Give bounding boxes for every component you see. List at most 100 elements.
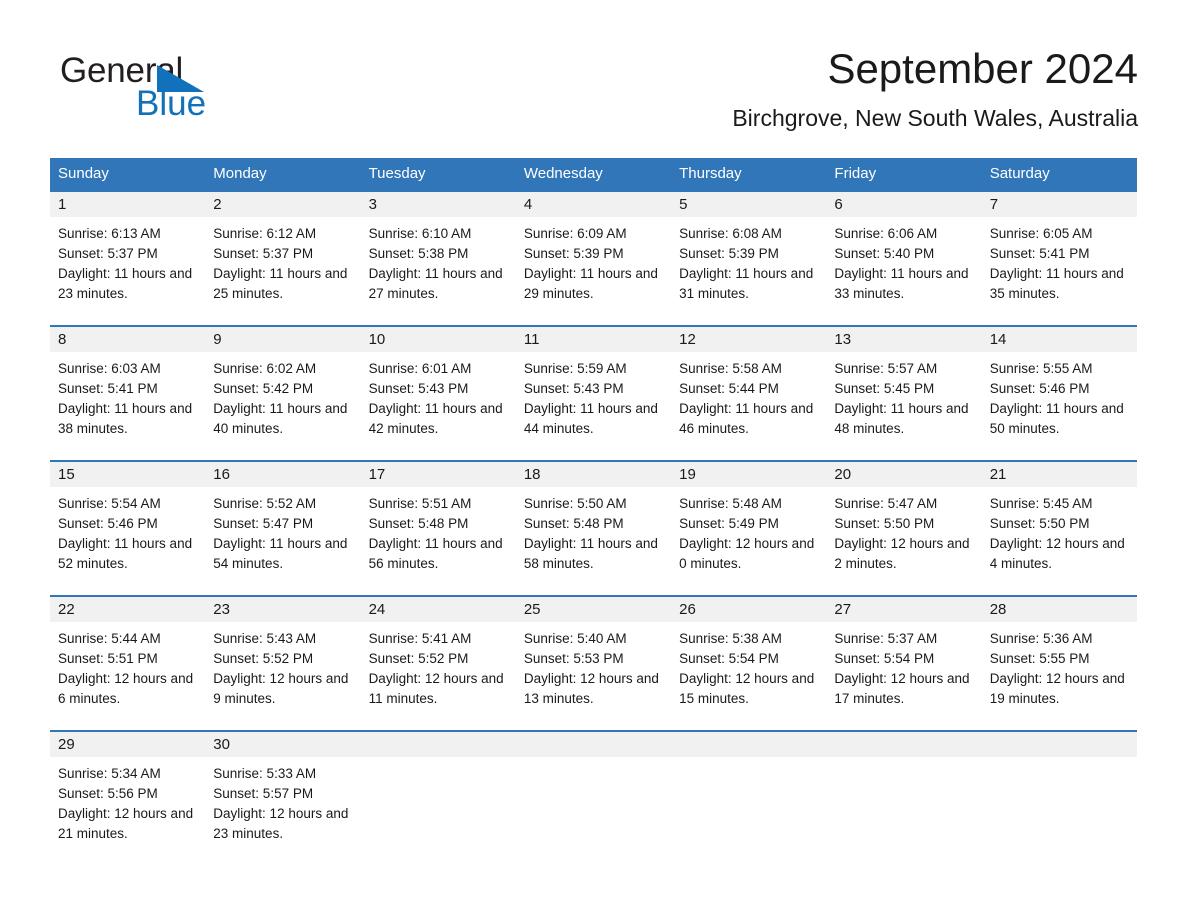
day-number: 23 — [205, 597, 361, 622]
day-cell[interactable]: 22 Sunrise: 5:44 AM Sunset: 5:51 PM Dayl… — [50, 597, 206, 730]
day-cell[interactable]: 23 Sunrise: 5:43 AM Sunset: 5:52 PM Dayl… — [205, 597, 361, 730]
sunset-text: Sunset: 5:42 PM — [213, 381, 314, 396]
day-cell[interactable]: 20 Sunrise: 5:47 AM Sunset: 5:50 PM Dayl… — [826, 462, 982, 595]
weekday-header-friday: Friday — [834, 165, 877, 182]
day-cell[interactable]: 29 Sunrise: 5:34 AM Sunset: 5:56 PM Dayl… — [50, 732, 206, 865]
day-number — [671, 732, 827, 757]
day-cell[interactable]: 24 Sunrise: 5:41 AM Sunset: 5:52 PM Dayl… — [360, 597, 516, 730]
day-info: Sunrise: 5:50 AM Sunset: 5:48 PM Dayligh… — [516, 487, 671, 574]
day-cell[interactable]: 19 Sunrise: 5:48 AM Sunset: 5:49 PM Dayl… — [671, 462, 827, 595]
day-cell-empty — [981, 732, 1137, 865]
day-cell[interactable]: 14 Sunrise: 5:55 AM Sunset: 5:46 PM Dayl… — [981, 327, 1137, 460]
sunset-text: Sunset: 5:41 PM — [58, 381, 158, 396]
sunset-text: Sunset: 5:39 PM — [679, 246, 779, 261]
day-cell[interactable]: 27 Sunrise: 5:37 AM Sunset: 5:54 PM Dayl… — [826, 597, 982, 730]
day-number: 27 — [826, 597, 982, 622]
day-cell[interactable]: 28 Sunrise: 5:36 AM Sunset: 5:55 PM Dayl… — [981, 597, 1137, 730]
sunset-text: Sunset: 5:47 PM — [213, 516, 314, 531]
sunset-text: Sunset: 5:43 PM — [523, 381, 624, 396]
sunrise-text: Sunrise: 6:12 AM — [213, 226, 317, 241]
day-cell[interactable]: 3 Sunrise: 6:10 AM Sunset: 5:38 PM Dayli… — [360, 192, 516, 325]
generalblue-logo[interactable]: General Blue — [60, 52, 320, 132]
day-info: Sunrise: 6:08 AM Sunset: 5:39 PM Dayligh… — [671, 217, 826, 304]
day-cell[interactable]: 7 Sunrise: 6:05 AM Sunset: 5:41 PM Dayli… — [981, 192, 1137, 325]
day-cell[interactable]: 26 Sunrise: 5:38 AM Sunset: 5:54 PM Dayl… — [671, 597, 827, 730]
sunset-text: Sunset: 5:50 PM — [989, 516, 1090, 531]
daylight-text: Daylight: 12 hours and 11 minutes. — [368, 671, 504, 706]
day-cell[interactable]: 6 Sunrise: 6:06 AM Sunset: 5:40 PM Dayli… — [826, 192, 982, 325]
daylight-text: Daylight: 11 hours and 54 minutes. — [213, 536, 348, 571]
sunrise-text: Sunrise: 5:57 AM — [834, 361, 938, 376]
daylight-text: Daylight: 11 hours and 44 minutes. — [523, 401, 658, 436]
day-info: Sunrise: 5:34 AM Sunset: 5:56 PM Dayligh… — [50, 757, 205, 844]
day-info: Sunrise: 5:54 AM Sunset: 5:46 PM Dayligh… — [50, 487, 205, 574]
sunset-text: Sunset: 5:46 PM — [58, 516, 158, 531]
sunrise-text: Sunrise: 6:05 AM — [989, 226, 1093, 241]
day-cell[interactable]: 5 Sunrise: 6:08 AM Sunset: 5:39 PM Dayli… — [671, 192, 827, 325]
sunrise-text: Sunrise: 5:54 AM — [58, 496, 161, 511]
day-cell[interactable]: 25 Sunrise: 5:40 AM Sunset: 5:53 PM Dayl… — [515, 597, 672, 730]
day-cell-empty — [515, 732, 672, 865]
day-cell[interactable]: 8 Sunrise: 6:03 AM Sunset: 5:41 PM Dayli… — [50, 327, 206, 460]
daylight-text: Daylight: 12 hours and 23 minutes. — [213, 806, 349, 841]
day-info: Sunrise: 5:58 AM Sunset: 5:44 PM Dayligh… — [671, 352, 826, 439]
day-info: Sunrise: 6:13 AM Sunset: 5:37 PM Dayligh… — [50, 217, 205, 304]
title-block: September 2024 Birchgrove, New South Wal… — [318, 44, 1138, 132]
sunrise-text: Sunrise: 6:09 AM — [523, 226, 627, 241]
day-cell-empty — [671, 732, 827, 865]
day-cell[interactable]: 4 Sunrise: 6:09 AM Sunset: 5:39 PM Dayli… — [515, 192, 672, 325]
daylight-text: Daylight: 11 hours and 27 minutes. — [368, 266, 503, 301]
daylight-text: Daylight: 11 hours and 25 minutes. — [213, 266, 348, 301]
sunrise-text: Sunrise: 5:36 AM — [989, 631, 1093, 646]
day-number: 19 — [671, 462, 827, 487]
day-info: Sunrise: 5:52 AM Sunset: 5:47 PM Dayligh… — [205, 487, 360, 574]
week-row: 15 Sunrise: 5:54 AM Sunset: 5:46 PM Dayl… — [50, 460, 1137, 595]
day-number — [515, 732, 672, 757]
daylight-text: Daylight: 12 hours and 17 minutes. — [834, 671, 970, 706]
daylight-text: Daylight: 12 hours and 19 minutes. — [989, 671, 1125, 706]
weekday-header-thursday: Thursday — [679, 165, 742, 182]
day-cell[interactable]: 10 Sunrise: 6:01 AM Sunset: 5:43 PM Dayl… — [360, 327, 516, 460]
day-cell[interactable]: 16 Sunrise: 5:52 AM Sunset: 5:47 PM Dayl… — [205, 462, 361, 595]
weekday-header-monday: Monday — [213, 165, 267, 182]
sunrise-text: Sunrise: 5:58 AM — [679, 361, 782, 376]
sunrise-text: Sunrise: 5:37 AM — [834, 631, 938, 646]
sunset-text: Sunset: 5:54 PM — [679, 651, 779, 666]
day-cell[interactable]: 18 Sunrise: 5:50 AM Sunset: 5:48 PM Dayl… — [515, 462, 672, 595]
day-cell[interactable]: 21 Sunrise: 5:45 AM Sunset: 5:50 PM Dayl… — [981, 462, 1137, 595]
day-number: 15 — [50, 462, 206, 487]
sunset-text: Sunset: 5:48 PM — [368, 516, 469, 531]
day-cell[interactable]: 9 Sunrise: 6:02 AM Sunset: 5:42 PM Dayli… — [205, 327, 361, 460]
daylight-text: Daylight: 11 hours and 23 minutes. — [58, 266, 193, 301]
day-number: 4 — [515, 192, 672, 217]
sunrise-text: Sunrise: 5:45 AM — [989, 496, 1093, 511]
day-cell-empty — [360, 732, 516, 865]
day-cell[interactable]: 30 Sunrise: 5:33 AM Sunset: 5:57 PM Dayl… — [205, 732, 361, 865]
daylight-text: Daylight: 11 hours and 40 minutes. — [213, 401, 348, 436]
daylight-text: Daylight: 11 hours and 52 minutes. — [58, 536, 193, 571]
day-cell[interactable]: 12 Sunrise: 5:58 AM Sunset: 5:44 PM Dayl… — [671, 327, 827, 460]
day-number: 18 — [515, 462, 672, 487]
sunset-text: Sunset: 5:57 PM — [213, 786, 314, 801]
day-number: 22 — [50, 597, 206, 622]
day-info: Sunrise: 5:41 AM Sunset: 5:52 PM Dayligh… — [361, 622, 516, 709]
sunrise-text: Sunrise: 5:59 AM — [523, 361, 627, 376]
day-info: Sunrise: 5:47 AM Sunset: 5:50 PM Dayligh… — [826, 487, 981, 574]
sunrise-text: Sunrise: 6:01 AM — [368, 361, 472, 376]
day-cell[interactable]: 1 Sunrise: 6:13 AM Sunset: 5:37 PM Dayli… — [50, 192, 206, 325]
day-cell[interactable]: 13 Sunrise: 5:57 AM Sunset: 5:45 PM Dayl… — [826, 327, 982, 460]
day-info: Sunrise: 6:10 AM Sunset: 5:38 PM Dayligh… — [361, 217, 516, 304]
day-cell[interactable]: 17 Sunrise: 5:51 AM Sunset: 5:48 PM Dayl… — [360, 462, 516, 595]
day-number: 5 — [671, 192, 827, 217]
day-number — [826, 732, 982, 757]
day-info: Sunrise: 5:45 AM Sunset: 5:50 PM Dayligh… — [982, 487, 1137, 574]
day-info: Sunrise: 5:43 AM Sunset: 5:52 PM Dayligh… — [205, 622, 360, 709]
day-info: Sunrise: 6:03 AM Sunset: 5:41 PM Dayligh… — [50, 352, 205, 439]
day-cell[interactable]: 11 Sunrise: 5:59 AM Sunset: 5:43 PM Dayl… — [515, 327, 672, 460]
sunrise-text: Sunrise: 5:51 AM — [368, 496, 472, 511]
day-cell[interactable]: 2 Sunrise: 6:12 AM Sunset: 5:37 PM Dayli… — [205, 192, 361, 325]
day-number: 17 — [360, 462, 516, 487]
sunset-text: Sunset: 5:39 PM — [523, 246, 624, 261]
day-info: Sunrise: 5:40 AM Sunset: 5:53 PM Dayligh… — [516, 622, 671, 709]
day-cell[interactable]: 15 Sunrise: 5:54 AM Sunset: 5:46 PM Dayl… — [50, 462, 206, 595]
